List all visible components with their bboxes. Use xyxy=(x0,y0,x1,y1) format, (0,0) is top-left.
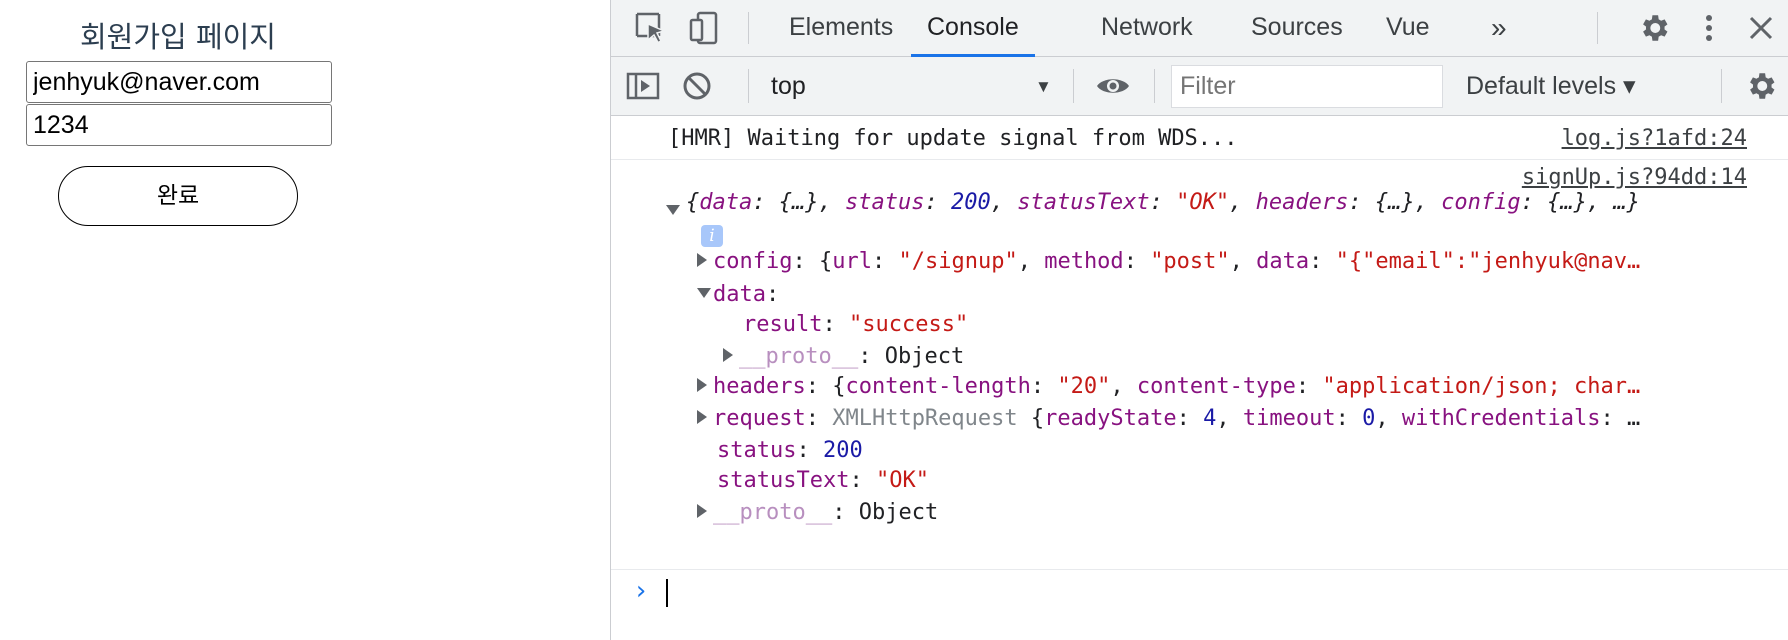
collapse-triangle-icon[interactable] xyxy=(697,288,711,298)
tree-row-headers[interactable]: headers: {content-length: "20", content-… xyxy=(697,372,1640,402)
console-message-hmr: [HMR] Waiting for update signal from WDS… xyxy=(611,116,1788,160)
tree-row-data[interactable]: data: xyxy=(697,280,779,310)
more-options-icon[interactable] xyxy=(1691,10,1727,46)
inspect-element-icon[interactable] xyxy=(633,10,669,46)
console-prompt-icon: › xyxy=(633,576,649,606)
page-title: 회원가입 페이지 xyxy=(80,20,276,54)
web-page: 회원가입 페이지 완료 xyxy=(0,0,610,640)
tree-row-request[interactable]: request: XMLHttpRequest {readyState: 4, … xyxy=(697,404,1640,434)
tree-row-proto[interactable]: __proto__: Object xyxy=(697,498,938,528)
settings-gear-icon[interactable] xyxy=(1636,10,1672,46)
filter-input[interactable] xyxy=(1171,65,1443,108)
password-field[interactable] xyxy=(26,104,332,146)
tab-console[interactable]: Console xyxy=(911,0,1035,57)
expand-triangle-icon[interactable] xyxy=(697,504,707,518)
expand-triangle-icon[interactable] xyxy=(697,253,707,267)
console-input-caret[interactable] xyxy=(666,579,668,607)
console-toolbar: top ▼ Default levels ▾ xyxy=(611,57,1788,116)
expand-triangle-icon[interactable] xyxy=(723,348,733,362)
tree-row-statustext: statusText: "OK" xyxy=(717,468,929,493)
tree-row-data-proto[interactable]: __proto__: Object xyxy=(723,342,964,372)
info-icon[interactable]: i xyxy=(701,225,723,247)
close-icon[interactable] xyxy=(1743,10,1779,46)
context-selector[interactable]: top xyxy=(771,57,806,116)
email-field[interactable] xyxy=(26,61,332,103)
console-output: [HMR] Waiting for update signal from WDS… xyxy=(611,116,1788,640)
log-levels-dropdown[interactable]: Default levels ▾ xyxy=(1466,57,1636,116)
tree-row-status: status: 200 xyxy=(717,438,863,463)
hmr-message-text: [HMR] Waiting for update signal from WDS… xyxy=(668,126,1238,151)
tab-elements[interactable]: Elements xyxy=(789,0,893,57)
tab-network[interactable]: Network xyxy=(1101,0,1193,57)
tree-row-config[interactable]: config: {url: "/signup", method: "post",… xyxy=(697,247,1640,277)
hmr-source-link[interactable]: log.js?1afd:24 xyxy=(1562,124,1747,154)
console-message-response: signUp.js?94dd:14 {data: {…}, status: 20… xyxy=(611,160,1788,570)
tree-row-data-result: result: "success" xyxy=(743,312,969,337)
tab-sources[interactable]: Sources xyxy=(1251,0,1343,57)
expand-triangle-icon[interactable] xyxy=(666,205,680,215)
console-settings-gear-icon[interactable] xyxy=(1743,68,1779,104)
show-sidebar-icon[interactable] xyxy=(625,68,661,104)
eye-icon[interactable] xyxy=(1095,68,1131,104)
tab-vue[interactable]: Vue xyxy=(1386,0,1430,57)
devtools-panel: Elements Console Network Sources Vue » t… xyxy=(610,0,1788,640)
expand-triangle-icon[interactable] xyxy=(697,410,707,424)
devtools-tabbar: Elements Console Network Sources Vue » xyxy=(611,0,1788,57)
more-tabs-icon[interactable]: » xyxy=(1491,0,1507,57)
chevron-down-icon: ▼ xyxy=(1035,77,1052,96)
clear-console-icon[interactable] xyxy=(679,68,715,104)
submit-button[interactable]: 완료 xyxy=(58,166,298,226)
response-summary[interactable]: {data: {…}, status: 200, statusText: "OK… xyxy=(666,188,1640,218)
device-toolbar-icon[interactable] xyxy=(687,10,723,46)
expand-triangle-icon[interactable] xyxy=(697,378,707,392)
